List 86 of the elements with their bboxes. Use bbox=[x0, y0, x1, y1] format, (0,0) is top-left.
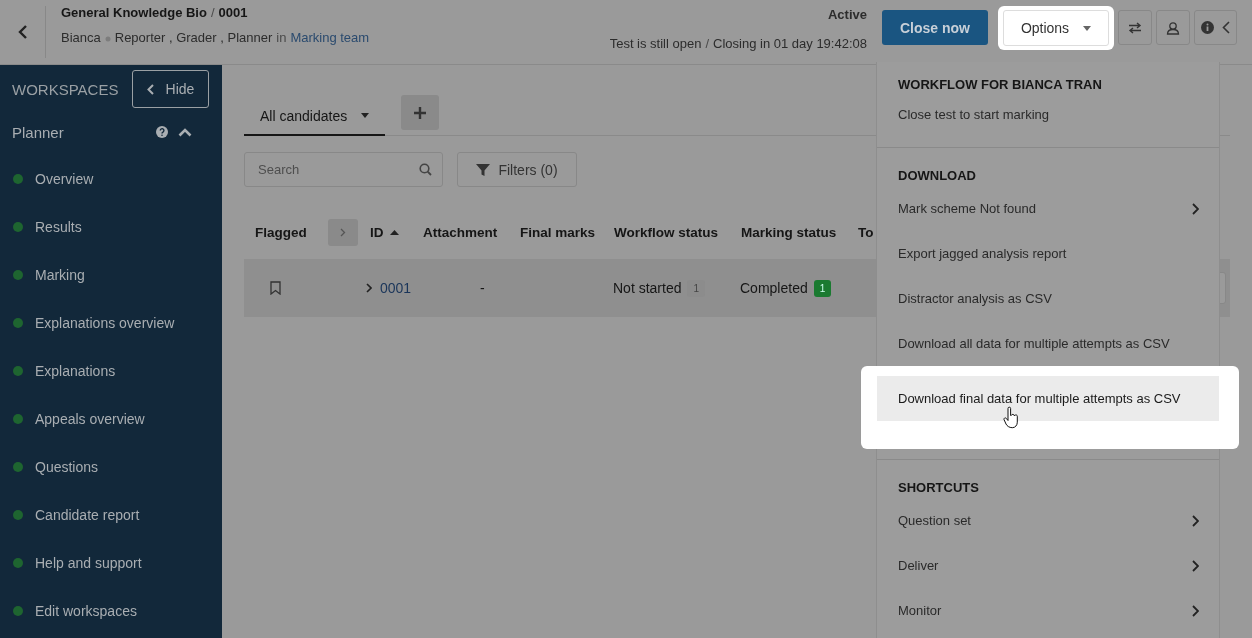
caret-down-icon bbox=[1083, 25, 1092, 31]
swap-button[interactable] bbox=[1118, 10, 1152, 45]
test-id: 0001 bbox=[218, 5, 248, 20]
menu-item[interactable]: Mark scheme Not found bbox=[877, 186, 1219, 231]
dot-icon bbox=[13, 174, 23, 184]
in-label: in bbox=[276, 30, 287, 46]
chevron-right-icon bbox=[340, 227, 346, 237]
dot-icon bbox=[13, 606, 23, 616]
open-status: Test is still open bbox=[609, 36, 702, 51]
search-icon[interactable] bbox=[419, 163, 432, 176]
info-icon bbox=[1201, 21, 1214, 34]
count-badge: 1 bbox=[813, 279, 832, 297]
team-link[interactable]: Marking team bbox=[290, 30, 370, 46]
menu-section-title: WORKFLOW FOR BIANCA TRAN bbox=[897, 76, 1103, 92]
hand-cursor-icon bbox=[1003, 406, 1019, 430]
dot-icon bbox=[13, 558, 23, 568]
dot-icon bbox=[13, 462, 23, 472]
sidebar-item[interactable]: Marking bbox=[0, 251, 222, 299]
close-now-button[interactable]: Close now bbox=[882, 10, 988, 45]
dot-icon bbox=[13, 222, 23, 232]
info-button[interactable] bbox=[1194, 10, 1237, 45]
sidebar-item[interactable]: Questions bbox=[0, 443, 222, 491]
user-button[interactable] bbox=[1156, 10, 1190, 45]
sidebar-item[interactable]: Explanations bbox=[0, 347, 222, 395]
menu-item[interactable]: Deliver bbox=[877, 543, 1219, 588]
status-text: Completed bbox=[740, 280, 808, 296]
column-header: Marking status bbox=[741, 224, 838, 240]
dot-icon bbox=[13, 366, 23, 376]
user-icon bbox=[1166, 20, 1180, 35]
chevron-left-icon bbox=[1222, 21, 1230, 34]
sidebar-item[interactable]: Candidate report bbox=[0, 491, 222, 539]
user-name: Bianca bbox=[61, 30, 101, 46]
menu-item[interactable]: Monitor bbox=[877, 588, 1219, 633]
menu-item[interactable]: Distractor analysis as CSV bbox=[877, 276, 1219, 321]
menu-section-title: SHORTCUTS bbox=[897, 479, 980, 497]
filters-button[interactable]: Filters (0) bbox=[457, 152, 577, 187]
column-header[interactable]: ID bbox=[370, 224, 423, 240]
test-title: General Knowledge Bio bbox=[61, 5, 207, 20]
dot-icon bbox=[13, 510, 23, 520]
dot-icon bbox=[13, 270, 23, 280]
help-icon bbox=[156, 126, 168, 138]
workspace-section-title: Planner bbox=[12, 123, 65, 141]
menu-item[interactable]: Question set bbox=[877, 498, 1219, 543]
filter-icon bbox=[476, 162, 491, 177]
dot-icon bbox=[13, 318, 23, 328]
view-tab[interactable]: All candidates bbox=[244, 97, 386, 136]
menu-item[interactable]: Close test to start marking bbox=[877, 92, 1219, 137]
bookmark-icon[interactable] bbox=[270, 281, 281, 295]
breadcrumb-separator: / bbox=[210, 5, 215, 20]
sidebar-item[interactable]: Explanations overview bbox=[0, 299, 222, 347]
status-separator: / bbox=[705, 36, 710, 51]
chevron-left-icon bbox=[17, 25, 28, 39]
menu-item[interactable]: Export jagged analysis report bbox=[877, 231, 1219, 276]
caret-down-icon bbox=[361, 113, 370, 118]
final-marks-cell-text: - bbox=[480, 280, 486, 296]
dot-icon bbox=[13, 414, 23, 424]
sidebar-item[interactable]: Results bbox=[0, 203, 222, 251]
column-header: Flagged bbox=[255, 224, 308, 240]
user-roles: Reporter , Grader , Planner bbox=[114, 30, 273, 46]
sort-ascending-icon bbox=[389, 229, 399, 235]
search-field[interactable]: Search bbox=[244, 152, 443, 187]
menu-section-title: DOWNLOAD bbox=[897, 167, 977, 185]
closing-countdown: Closing in 01 day 19:42:08 bbox=[713, 36, 867, 51]
status-text: Not started bbox=[613, 280, 682, 296]
sidebar-title: WORKSPACES bbox=[12, 80, 119, 98]
sidebar-item[interactable]: Overview bbox=[0, 155, 222, 203]
menu-item[interactable]: Download all data for multiple attempts as CSV bbox=[877, 321, 1219, 366]
chevron-left-icon bbox=[146, 83, 154, 95]
sidebar-item[interactable]: Appeals overview bbox=[0, 395, 222, 443]
column-header: Workflow status bbox=[614, 224, 719, 240]
hide-button[interactable]: Hide bbox=[132, 70, 209, 108]
sidebar-item[interactable]: Edit workspaces bbox=[0, 587, 222, 635]
candidate-id-link[interactable]: 0001 bbox=[380, 280, 412, 296]
add-view-button[interactable] bbox=[401, 95, 440, 130]
chevron-right-icon[interactable] bbox=[366, 283, 372, 293]
column-header: Attachment bbox=[423, 224, 499, 240]
column-header: To bbox=[858, 224, 875, 240]
swap-arrows-icon bbox=[1128, 21, 1142, 34]
menu-item[interactable]: Download final data for multiple attempts as CSV bbox=[877, 376, 1219, 421]
column-header: Final marks bbox=[520, 224, 597, 240]
options-button[interactable]: Options bbox=[1003, 10, 1109, 46]
chevron-up-icon[interactable] bbox=[178, 127, 192, 137]
count-badge: 1 bbox=[687, 279, 706, 297]
sidebar-item[interactable]: Help and support bbox=[0, 539, 222, 587]
test-state: Active bbox=[827, 7, 867, 22]
plus-icon bbox=[414, 106, 427, 119]
